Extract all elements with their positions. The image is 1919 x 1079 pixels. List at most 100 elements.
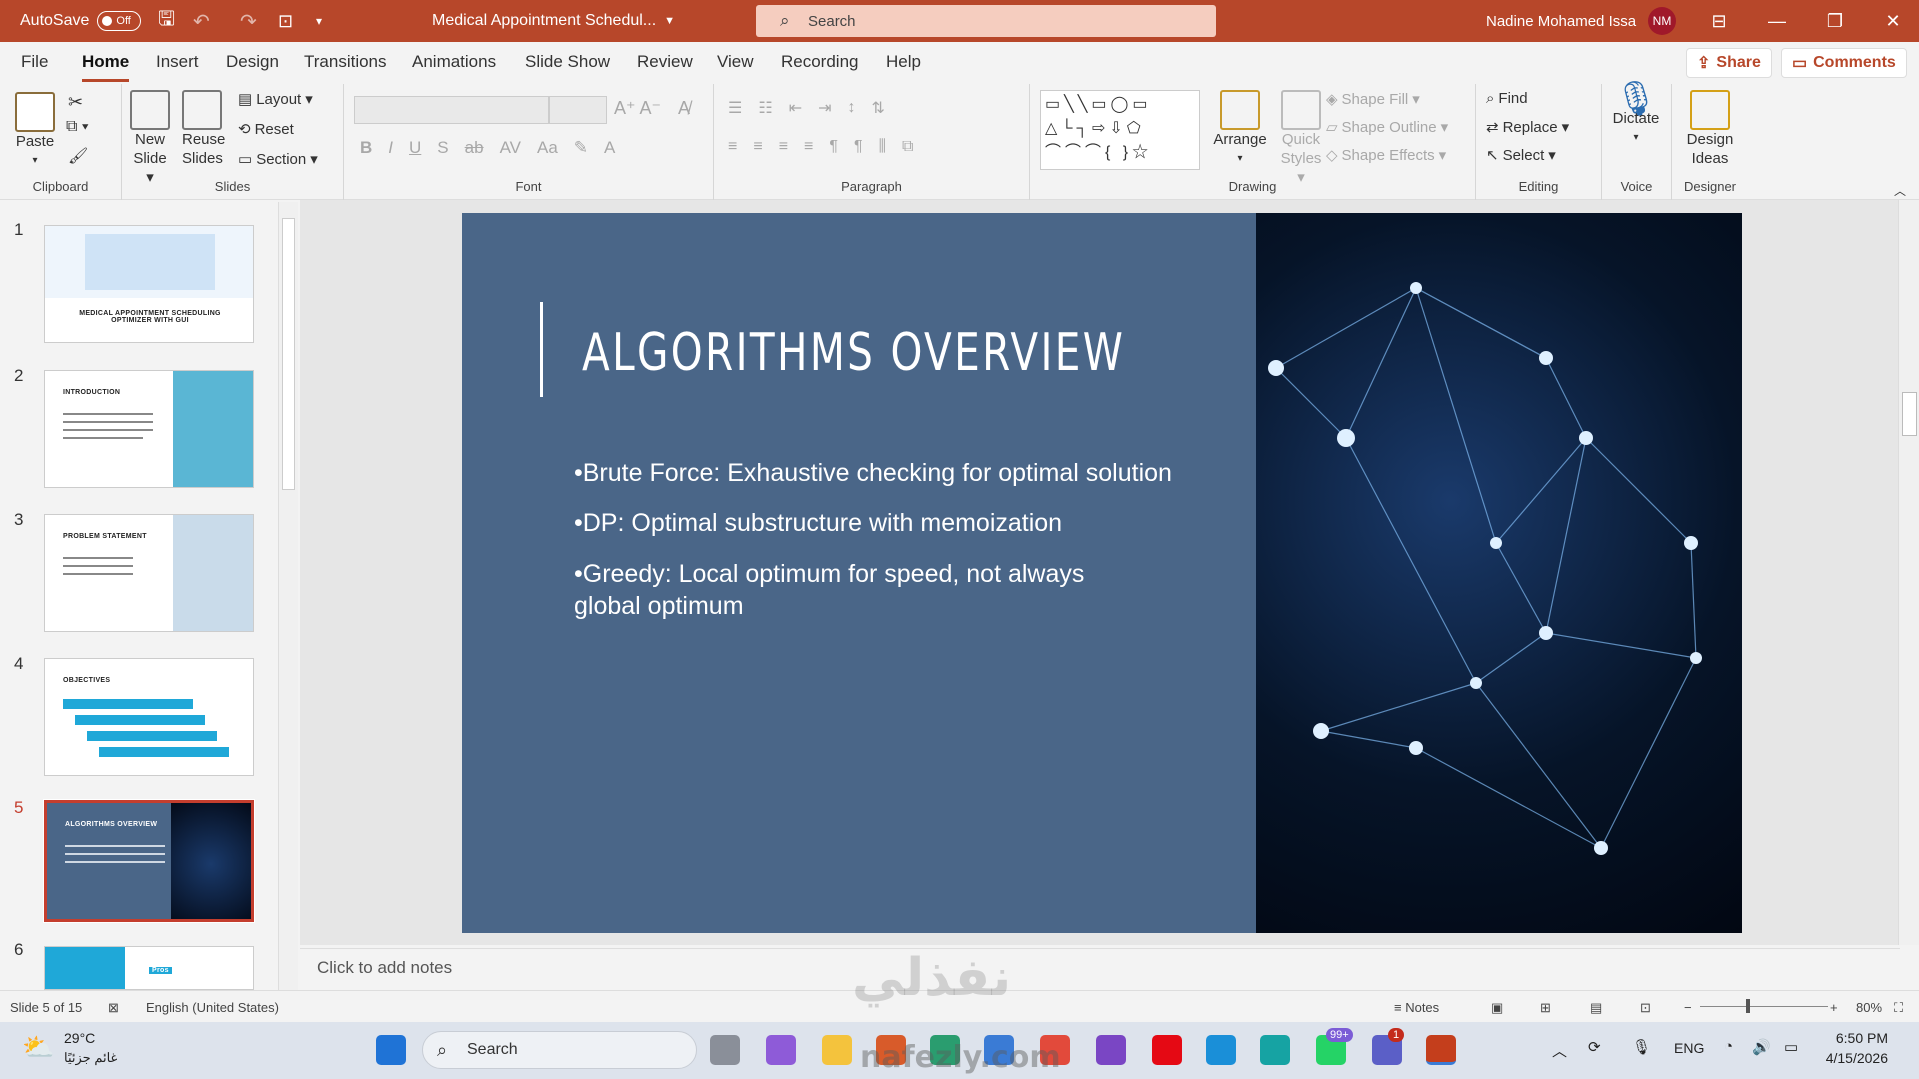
- scroll-thumb[interactable]: [1902, 392, 1917, 436]
- autosave[interactable]: AutoSave Off: [20, 0, 142, 42]
- tray-chevron-icon[interactable]: ︿: [1552, 1040, 1567, 1061]
- restore-icon[interactable]: ❐: [1806, 11, 1864, 32]
- text-direction-icon[interactable]: ⇅: [872, 98, 885, 118]
- notes-pane[interactable]: Click to add notes: [300, 948, 1900, 990]
- weather-icon[interactable]: ⛅: [22, 1032, 54, 1063]
- undo-icon[interactable]: ↶: [193, 0, 210, 42]
- notes-button[interactable]: ≡ Notes: [1394, 1000, 1439, 1015]
- zoom-level[interactable]: 80%: [1856, 1000, 1882, 1015]
- zoom-slider-thumb[interactable]: [1746, 999, 1750, 1013]
- collapse-ribbon-icon[interactable]: ︿: [1894, 182, 1906, 199]
- copy-icon[interactable]: ⧉ ▾: [66, 118, 89, 136]
- thumbnail-scrollbar[interactable]: [278, 202, 298, 990]
- clock-date[interactable]: 4/15/2026: [1814, 1050, 1888, 1066]
- share-button[interactable]: ⇪ Share: [1686, 48, 1772, 78]
- slide-thumbnail-6[interactable]: Pros: [44, 946, 254, 990]
- sync-icon[interactable]: ⟳: [1588, 1038, 1601, 1056]
- sorter-view-icon[interactable]: ⊞: [1540, 1000, 1551, 1016]
- slide-thumbnail-3[interactable]: PROBLEM STATEMENT: [44, 514, 254, 632]
- bullets-icon[interactable]: ☰: [728, 98, 742, 118]
- clock-time[interactable]: 6:50 PM: [1824, 1030, 1888, 1046]
- indent-icon[interactable]: ⇤: [789, 98, 802, 118]
- shapes-gallery[interactable]: ▭╲╲▭◯▭ △└┐⇨⇩⬠ ⌒⌒⌒{ }☆: [1040, 90, 1200, 170]
- ltr-icon[interactable]: ¶: [829, 138, 838, 156]
- battery-icon[interactable]: ▭: [1784, 1038, 1798, 1056]
- font-name-box[interactable]: [354, 96, 549, 124]
- tab-home[interactable]: Home: [82, 52, 130, 82]
- reset-button[interactable]: ⟲ Reset: [238, 120, 294, 139]
- tab-file[interactable]: File: [21, 52, 48, 72]
- slide-thumbnail-1[interactable]: MEDICAL APPOINTMENT SCHEDULING OPTIMIZER…: [44, 225, 254, 343]
- tab-transitions[interactable]: Transitions: [304, 52, 387, 72]
- start-icon[interactable]: [376, 1035, 406, 1065]
- bullet-3[interactable]: •Greedy: Local optimum for speed, not al…: [574, 558, 1134, 622]
- volume-icon[interactable]: 🔊: [1752, 1038, 1771, 1056]
- task-view-icon[interactable]: [710, 1035, 740, 1065]
- weather-temp[interactable]: 29°C: [64, 1030, 95, 1046]
- bullet-1[interactable]: •Brute Force: Exhaustive checking for op…: [574, 457, 1214, 489]
- select-button[interactable]: ↖ Select ▾: [1486, 146, 1556, 165]
- slide-thumbnail-5[interactable]: ALGORITHMS OVERVIEW: [43, 799, 255, 923]
- tab-recording[interactable]: Recording: [781, 52, 859, 72]
- numbering-icon[interactable]: ☷: [758, 98, 772, 118]
- tab-view[interactable]: View: [717, 52, 754, 72]
- find-button[interactable]: ⌕ Find: [1486, 90, 1528, 107]
- align-right-icon[interactable]: ≡: [779, 138, 788, 156]
- zoom-in-icon[interactable]: +: [1830, 1000, 1838, 1015]
- visual-studio-icon[interactable]: [1096, 1035, 1126, 1065]
- shape-fill-button[interactable]: ◈ Shape Fill ▾: [1326, 90, 1420, 109]
- cut-icon[interactable]: ✂: [68, 92, 83, 113]
- section-button[interactable]: ▭ Section ▾: [238, 150, 318, 169]
- slide-title[interactable]: ALGORITHMS OVERVIEW: [582, 323, 1125, 383]
- customize-qat-icon[interactable]: ▾: [316, 0, 322, 42]
- font-grow-icon[interactable]: A⁺ A⁻: [614, 98, 661, 119]
- layout-button[interactable]: ▤ Layout ▾: [238, 90, 313, 109]
- normal-view-icon[interactable]: ▣: [1491, 1000, 1503, 1016]
- input-language[interactable]: ENG: [1674, 1040, 1704, 1056]
- smartart-icon[interactable]: ⧉: [902, 138, 913, 156]
- bold-icon[interactable]: B: [360, 138, 372, 158]
- tab-insert[interactable]: Insert: [156, 52, 199, 72]
- canvas-scrollbar[interactable]: [1898, 200, 1919, 945]
- power-automate-icon[interactable]: [1260, 1035, 1290, 1065]
- reading-view-icon[interactable]: ▤: [1590, 1000, 1602, 1016]
- wifi-icon[interactable]: ◔: [1724, 1038, 1733, 1055]
- columns-icon[interactable]: ⫼: [879, 138, 886, 156]
- slide-thumbnail-4[interactable]: OBJECTIVES: [44, 658, 254, 776]
- italic-icon[interactable]: I: [388, 138, 393, 158]
- comments-button[interactable]: ▭ Comments: [1781, 48, 1907, 78]
- taskbar-search[interactable]: ⌕ Search: [422, 1031, 697, 1069]
- tab-design[interactable]: Design: [226, 52, 279, 72]
- tab-slide-show[interactable]: Slide Show: [525, 52, 610, 72]
- arrange-button[interactable]: Arrange ▾: [1210, 90, 1270, 168]
- align-center-icon[interactable]: ≡: [753, 138, 762, 156]
- font-size-box[interactable]: [549, 96, 607, 124]
- bullet-2[interactable]: •DP: Optimal substructure with memoizati…: [574, 507, 1214, 539]
- paste-button[interactable]: Paste ▾: [14, 92, 56, 170]
- case-icon[interactable]: Aa: [537, 138, 558, 158]
- ribbon-display-icon[interactable]: ⊟: [1690, 11, 1748, 32]
- shadow-icon[interactable]: S: [437, 138, 448, 158]
- minimize-icon[interactable]: —: [1748, 11, 1806, 32]
- network-image[interactable]: [1256, 213, 1742, 933]
- font-color-icon[interactable]: A: [604, 138, 615, 158]
- current-slide[interactable]: ALGORITHMS OVERVIEW •Brute Force: Exhaus…: [462, 213, 1742, 933]
- slideshow-view-icon[interactable]: ⊡: [1640, 1000, 1651, 1016]
- clear-format-icon[interactable]: A̸: [678, 98, 690, 119]
- align-left-icon[interactable]: ≡: [728, 138, 737, 156]
- strike-icon[interactable]: ab: [465, 138, 484, 158]
- tab-review[interactable]: Review: [637, 52, 693, 72]
- shape-outline-button[interactable]: ▱ Shape Outline ▾: [1326, 118, 1448, 137]
- reuse-slides-button[interactable]: Reuse Slides: [182, 90, 225, 168]
- dictate-button[interactable]: 🎙 Dictate ▾: [1606, 82, 1666, 147]
- zoom-slider[interactable]: [1700, 1006, 1828, 1007]
- quick-styles-button[interactable]: Quick Styles ▾: [1276, 90, 1326, 187]
- save-icon[interactable]: 🖫: [158, 0, 175, 42]
- remote-desktop-icon[interactable]: [1206, 1035, 1236, 1065]
- slide-thumbnail-2[interactable]: INTRODUCTION: [44, 370, 254, 488]
- rtl-icon[interactable]: ¶: [854, 138, 863, 156]
- powerpoint-icon[interactable]: [1426, 1035, 1456, 1065]
- justify-icon[interactable]: ≡: [804, 138, 813, 156]
- design-ideas-button[interactable]: Design Ideas: [1680, 90, 1740, 168]
- copilot-icon[interactable]: [766, 1035, 796, 1065]
